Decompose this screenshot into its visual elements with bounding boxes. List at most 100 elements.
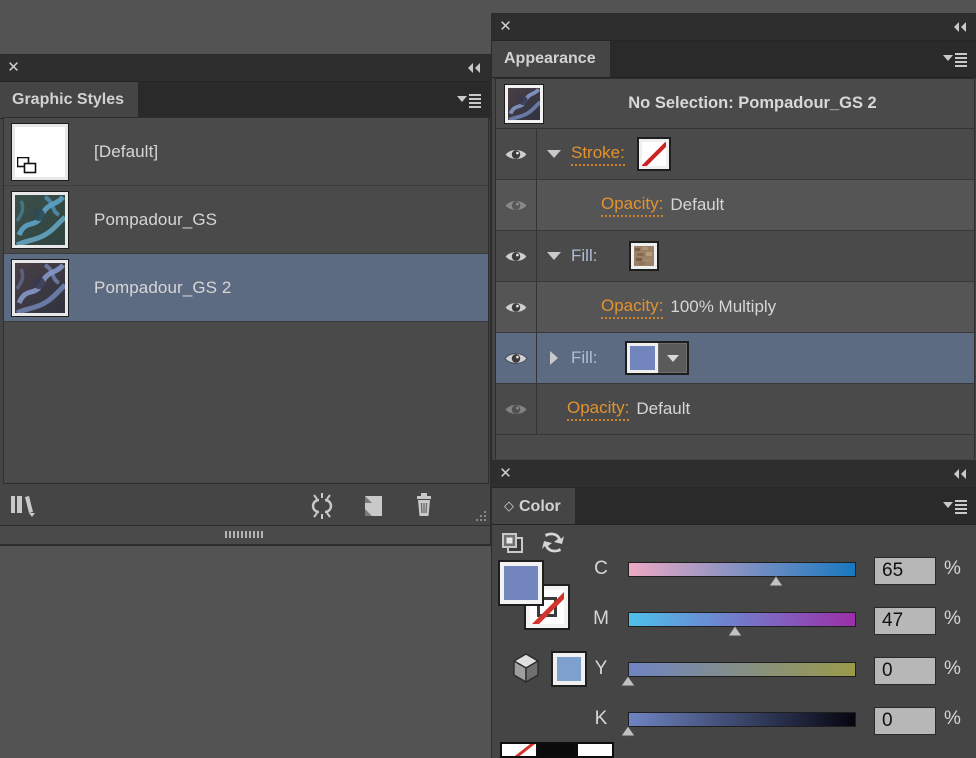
opacity-value: Default (636, 399, 691, 418)
double-chevron-left-icon[interactable] (951, 19, 969, 35)
slider-thumb-k[interactable] (620, 726, 636, 737)
slider-track-c[interactable] (628, 562, 856, 577)
library-books-icon[interactable] (8, 491, 42, 521)
appearance-empty-row (496, 435, 974, 459)
opacity-value: 100% Multiply (670, 297, 777, 316)
chevron-down-icon[interactable] (658, 343, 688, 373)
chevron-down-icon[interactable] (537, 251, 571, 261)
visibility-eye-icon[interactable] (496, 333, 537, 383)
slider-value-y[interactable]: 0 (874, 657, 936, 685)
new-page-icon[interactable] (356, 491, 390, 521)
slider-unit-y: % (944, 658, 961, 679)
graphic-styles-tabbar: Graphic Styles (0, 82, 490, 119)
fill-color-opacity-row[interactable]: Opacity: Default (496, 384, 974, 435)
fill-stroke-proxy-icon[interactable] (500, 531, 528, 562)
slider-track-y[interactable] (628, 662, 856, 677)
slider-row-y: Y 0 % (592, 657, 970, 687)
slider-unit-k: % (944, 708, 961, 729)
list-item[interactable]: [Default] (4, 118, 488, 186)
swap-fill-stroke-icon[interactable] (540, 530, 566, 561)
graphic-styles-panel: ✕ Graphic Styles [Default] Pompadour_GS … (0, 55, 490, 545)
black-swatch[interactable] (538, 742, 576, 758)
opacity-value: Default (670, 195, 725, 214)
visibility-eye-icon[interactable] (496, 129, 537, 179)
panel-menu-icon[interactable] (942, 498, 968, 514)
close-icon[interactable]: ✕ (497, 18, 514, 35)
appearance-attributes-list[interactable]: No Selection: Pompadour_GS 2 Stroke: Opa… (495, 78, 975, 459)
panel-drag-grip[interactable] (0, 525, 490, 545)
pompadour-gs-2-thumbnail[interactable] (12, 259, 68, 316)
color-panel-body: C 65 % M 47 % Y 0 % K 0 % (492, 525, 976, 758)
slider-thumb-m[interactable] (727, 626, 744, 637)
appearance-titlebar: ✕ (492, 14, 976, 41)
graphic-styles-list[interactable]: [Default] Pompadour_GS Pompadour_GS 2 (3, 117, 489, 484)
chevron-right-icon[interactable] (537, 350, 571, 366)
graphic-styles-titlebar: ✕ (0, 55, 490, 82)
slider-thumb-y[interactable] (620, 676, 636, 687)
pompadour-gs-thumbnail[interactable] (12, 191, 68, 248)
slider-label-k: K (594, 708, 608, 729)
list-item[interactable]: Pompadour_GS 2 (4, 254, 488, 322)
fill-color-row-body: Fill: (537, 333, 974, 383)
stroke-row-body: Stroke: (537, 129, 974, 179)
color-titlebar: ✕ (492, 461, 976, 488)
slider-unit-m: % (944, 608, 961, 629)
close-icon[interactable]: ✕ (5, 59, 22, 76)
slider-value-k[interactable]: 0 (874, 707, 936, 735)
stroke-color-swatch-none[interactable] (638, 139, 669, 169)
fill-pattern-opacity-row[interactable]: Opacity: 100% Multiply (496, 282, 974, 333)
fill-label[interactable]: Fill: (571, 348, 597, 368)
fill-pattern-row[interactable]: Fill: (496, 231, 974, 282)
active-color-swatch[interactable] (553, 653, 585, 685)
color-spectrum-swatches[interactable] (500, 742, 614, 758)
slider-label-m: M (593, 608, 609, 629)
chevron-down-icon[interactable] (537, 149, 571, 159)
close-icon[interactable]: ✕ (497, 465, 514, 482)
list-item[interactable]: Pompadour_GS (4, 186, 488, 254)
fill-pattern-opacity-row-body: Opacity: 100% Multiply (537, 282, 974, 332)
tab-color[interactable]: ◇ Color (492, 488, 575, 524)
default-style-thumbnail[interactable] (12, 123, 68, 180)
double-chevron-left-icon[interactable] (951, 466, 969, 482)
opacity-label[interactable]: Opacity: (567, 398, 630, 421)
fill-label[interactable]: Fill: (571, 246, 597, 266)
slider-track-k[interactable] (628, 712, 856, 727)
slider-thumb-c[interactable] (768, 576, 785, 587)
tab-appearance[interactable]: Appearance (492, 41, 610, 77)
fill-swatch[interactable] (500, 562, 542, 604)
slider-value-m[interactable]: 47 (874, 607, 936, 635)
trash-icon[interactable] (407, 491, 441, 521)
panel-menu-icon[interactable] (942, 51, 968, 67)
break-link-icon[interactable] (305, 491, 339, 521)
panel-menu-icon[interactable] (456, 92, 482, 108)
double-chevron-left-icon[interactable] (465, 60, 483, 76)
slider-row-c: C 65 % (592, 557, 970, 587)
slider-track-m[interactable] (628, 612, 856, 627)
stroke-row[interactable]: Stroke: (496, 129, 974, 180)
resize-grip-icon[interactable] (473, 510, 487, 524)
white-swatch[interactable] (576, 742, 614, 758)
stroke-label[interactable]: Stroke: (571, 143, 625, 166)
list-item-label: Pompadour_GS 2 (94, 277, 232, 297)
visibility-eye-icon-dim[interactable] (496, 180, 537, 230)
visibility-eye-icon-dim[interactable] (496, 384, 537, 434)
tab-graphic-styles[interactable]: Graphic Styles (0, 82, 139, 118)
stroke-opacity-row[interactable]: Opacity: Default (496, 180, 974, 231)
fill-color-swatch-dropdown[interactable] (627, 343, 688, 373)
visibility-eye-icon[interactable] (496, 231, 537, 281)
diamond-icon: ◇ (504, 498, 514, 513)
slider-label-y: Y (594, 658, 608, 679)
fill-pattern-swatch[interactable] (631, 243, 658, 269)
list-item-label: [Default] (94, 141, 159, 161)
visibility-eye-icon[interactable] (496, 282, 537, 332)
slider-value-c[interactable]: 65 (874, 557, 936, 585)
3d-cube-icon[interactable] (509, 651, 543, 690)
opacity-label[interactable]: Opacity: (601, 296, 664, 319)
fill-color-row[interactable]: Fill: (496, 333, 974, 384)
illustrator-panels-screen: ✕ Graphic Styles [Default] Pompadour_GS … (0, 0, 976, 758)
appearance-tabbar: Appearance (492, 41, 976, 78)
fill-color-swatch[interactable] (627, 343, 659, 373)
color-tabbar: ◇ Color (492, 488, 976, 525)
none-swatch[interactable] (500, 742, 538, 758)
opacity-label[interactable]: Opacity: (601, 194, 664, 217)
